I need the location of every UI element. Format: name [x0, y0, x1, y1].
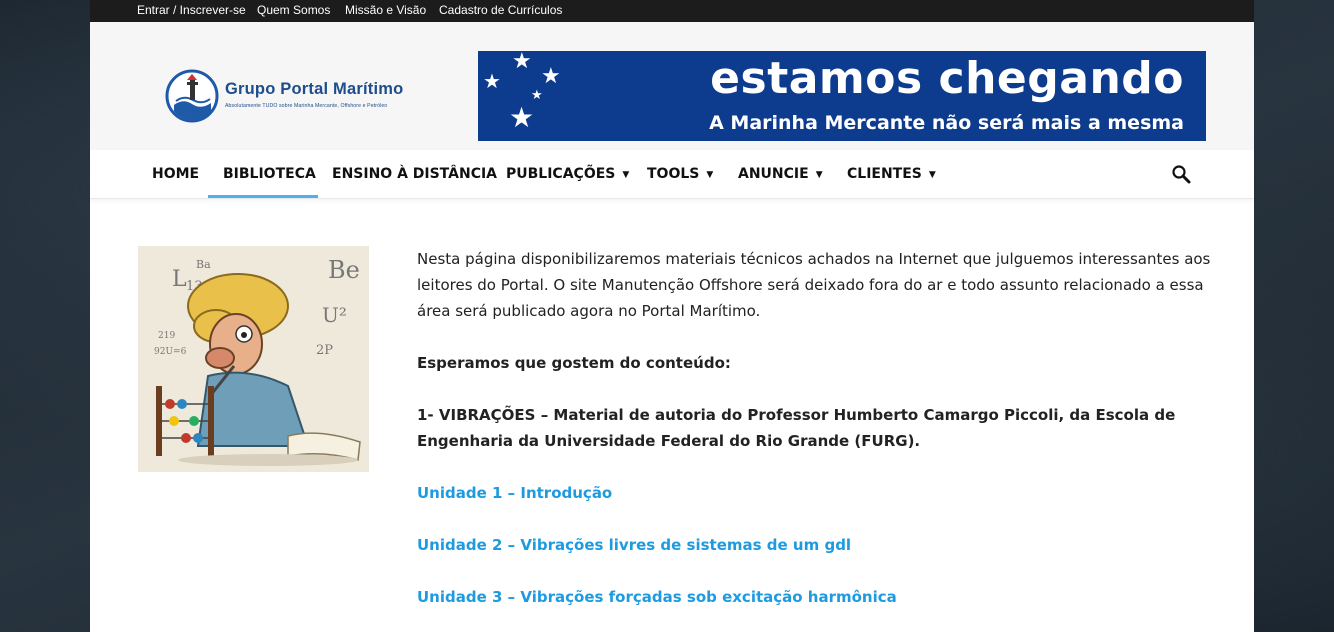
nav-item-label: BIBLIOTECA [223, 166, 316, 182]
chevron-down-icon: ▼ [928, 170, 936, 180]
banner-subtitle: A Marinha Mercante não será mais a mesma [709, 112, 1184, 134]
banner-title: estamos chegando [710, 53, 1184, 104]
logo-emblem-icon [165, 69, 219, 123]
site-header: Grupo Portal Marítimo Absolutamente TUDO… [90, 22, 1254, 150]
login-link[interactable]: Entrar / Inscrever-se [137, 3, 246, 17]
nav-item-label: ANUNCIE [738, 166, 809, 182]
main-nav: HOME BIBLIOTECA ENSINO À DISTÂNCIA PUBLI… [90, 150, 1254, 199]
svg-text:U²: U² [322, 303, 347, 327]
nav-item-ensino[interactable]: ENSINO À DISTÂNCIA [332, 150, 497, 198]
about-link[interactable]: Quem Somos [257, 3, 330, 17]
nav-item-label: ENSINO À DISTÂNCIA [332, 166, 498, 182]
active-nav-indicator [208, 195, 318, 198]
nav-item-label: CLIENTES [847, 166, 922, 182]
page-container: Grupo Portal Marítimo Absolutamente TUDO… [90, 22, 1254, 632]
top-bar: Entrar / Inscrever-se Quem Somos Missão … [90, 0, 1254, 22]
mission-link[interactable]: Missão e Visão [345, 3, 426, 17]
nav-item-tools[interactable]: TOOLS ▼ [647, 150, 713, 198]
svg-text:Be: Be [328, 256, 360, 284]
nav-item-label: HOME [152, 166, 200, 182]
nav-item-label: PUBLICAÇÕES [506, 166, 616, 182]
unit-2-link[interactable]: Unidade 2 – Vibrações livres de sistemas… [417, 532, 851, 558]
logo-title: Grupo Portal Marítimo [225, 80, 404, 98]
svg-text:L: L [172, 267, 187, 292]
search-button[interactable] [1171, 164, 1193, 186]
article-illustration: L 13 Ba Be U² 219 92U=6 2P [138, 246, 369, 472]
ad-banner[interactable]: ★ ★ ★ ★ ★ estamos chegando A Marinha Mer… [478, 51, 1206, 141]
nav-item-clientes[interactable]: CLIENTES ▼ [847, 150, 936, 198]
section-heading: 1- VIBRAÇÕES – Material de autoria do Pr… [417, 406, 1176, 450]
nav-item-anuncie[interactable]: ANUNCIE ▼ [738, 150, 823, 198]
svg-text:92U=6: 92U=6 [154, 347, 187, 357]
unit-1-link[interactable]: Unidade 1 – Introdução [417, 480, 612, 506]
nav-item-biblioteca[interactable]: BIBLIOTECA [223, 150, 316, 198]
svg-text:2P: 2P [316, 343, 333, 358]
scientist-illustration: L 13 Ba Be U² 219 92U=6 2P [138, 246, 369, 472]
greeting-text: Esperamos que gostem do conteúdo: [417, 354, 731, 372]
nav-item-label: TOOLS [647, 166, 700, 182]
nav-item-home[interactable]: HOME [152, 150, 199, 198]
unit-3-link[interactable]: Unidade 3 – Vibrações forçadas sob excit… [417, 584, 897, 610]
chevron-down-icon: ▼ [622, 170, 630, 180]
svg-text:Ba: Ba [196, 258, 211, 271]
chevron-down-icon: ▼ [706, 170, 714, 180]
article-content: Nesta página disponibilizaremos materiai… [417, 246, 1217, 632]
intro-paragraph: Nesta página disponibilizaremos materiai… [417, 250, 1211, 320]
logo-subtitle: Absolutamente TUDO sobre Marinha Mercant… [225, 103, 388, 109]
chevron-down-icon: ▼ [815, 170, 823, 180]
nav-item-publicacoes[interactable]: PUBLICAÇÕES ▼ [506, 150, 629, 198]
resume-link[interactable]: Cadastro de Currículos [439, 3, 562, 17]
search-icon [1172, 165, 1191, 184]
svg-text:219: 219 [158, 331, 175, 341]
site-logo[interactable]: Grupo Portal Marítimo Absolutamente TUDO… [165, 68, 455, 126]
